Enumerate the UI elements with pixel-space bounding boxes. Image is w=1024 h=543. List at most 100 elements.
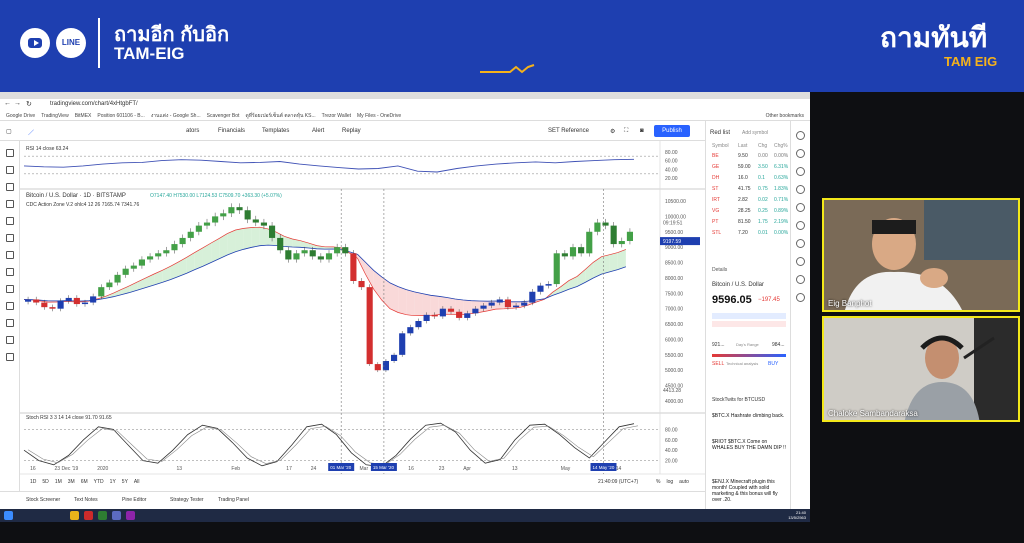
- cursor-tool-icon[interactable]: ▢: [6, 128, 12, 135]
- pattern-icon[interactable]: [6, 200, 14, 208]
- timeframe-button[interactable]: 5Y: [122, 479, 128, 485]
- bookmark-item[interactable]: Google Drive: [6, 111, 35, 120]
- forward-icon[interactable]: →: [14, 100, 21, 107]
- start-icon[interactable]: [4, 511, 13, 520]
- watchlist-row[interactable]: GE 59.00 3.50 6.31%: [708, 164, 790, 173]
- bookmark-item[interactable]: งานแต่ง - Google Sh...: [151, 111, 201, 120]
- candle-body: [374, 364, 381, 371]
- folder-icon[interactable]: [70, 511, 79, 520]
- cross-icon[interactable]: [6, 149, 14, 157]
- candle-body: [358, 281, 365, 288]
- streams-icon[interactable]: [796, 257, 805, 266]
- timeframe-button[interactable]: 6M: [81, 479, 88, 485]
- calendar-icon[interactable]: [796, 203, 805, 212]
- help-icon[interactable]: [796, 293, 805, 302]
- bookmark-item[interactable]: Scavenger Bot: [207, 111, 240, 120]
- tab-strip[interactable]: [0, 92, 810, 99]
- trash-icon[interactable]: [6, 353, 14, 361]
- watchlist-title[interactable]: Red list: [710, 130, 730, 136]
- brush-icon[interactable]: ／: [28, 128, 34, 137]
- time-tick-label: 23: [439, 466, 445, 472]
- ideas-icon[interactable]: [796, 221, 805, 230]
- bottom-tab[interactable]: Stock Screener: [26, 497, 60, 503]
- app-icon[interactable]: [112, 511, 121, 520]
- bookmark-item[interactable]: Position 601106 - B...: [97, 111, 144, 120]
- toolbar-templates[interactable]: Templates: [262, 128, 289, 134]
- notifications-icon[interactable]: [796, 275, 805, 284]
- trendline-icon[interactable]: [6, 166, 14, 174]
- publish-button[interactable]: Publish: [654, 125, 690, 137]
- watchlist-icon[interactable]: [796, 131, 805, 140]
- timeframe-button[interactable]: All: [134, 479, 140, 485]
- watchlist-row[interactable]: ST 41.75 0.75 1.83%: [708, 186, 790, 195]
- bottom-tab[interactable]: Pine Editor: [122, 497, 146, 503]
- action-zone-fill: [251, 227, 260, 248]
- other-bookmarks[interactable]: Other bookmarks: [766, 111, 804, 120]
- timeframe-button[interactable]: 1Y: [110, 479, 116, 485]
- windows-taskbar: 21:40 13/5/2563: [0, 509, 810, 522]
- candle-body: [49, 307, 56, 309]
- reload-icon[interactable]: ↻: [26, 100, 32, 108]
- toolbar-financials[interactable]: Financials: [218, 128, 245, 134]
- toolbar-alert[interactable]: Alert: [312, 128, 324, 134]
- chat-icon[interactable]: [796, 239, 805, 248]
- time-tick-label: 14: [616, 466, 622, 472]
- alerts-icon[interactable]: [796, 149, 805, 158]
- data-window-icon[interactable]: [796, 167, 805, 176]
- magnet-icon[interactable]: [6, 302, 14, 310]
- zoom-icon[interactable]: [6, 285, 14, 293]
- chrome-icon[interactable]: [98, 511, 107, 520]
- candle-body: [317, 256, 324, 260]
- back-icon[interactable]: ←: [4, 100, 11, 107]
- bottom-tab[interactable]: Trading Panel: [218, 497, 249, 503]
- lock-icon[interactable]: [6, 319, 14, 327]
- watchlist-row[interactable]: BE 9.50 0.00 0.00%: [708, 153, 790, 162]
- watchlist-row[interactable]: VG 28.25 0.25 0.89%: [708, 208, 790, 217]
- bookmark-item[interactable]: ดูที่ร้อยเปอร์เซ็นต์ ตลาดหุ้น KS...: [245, 111, 315, 120]
- add-symbol-button[interactable]: Add symbol: [742, 130, 768, 136]
- candle-body: [130, 265, 137, 269]
- url-text[interactable]: tradingview.com/chart/4xHtgbFT/: [50, 101, 138, 107]
- candle-body: [496, 299, 503, 303]
- settings-icon[interactable]: ⚙: [610, 128, 615, 135]
- text-icon[interactable]: [6, 234, 14, 242]
- shape-icon[interactable]: [6, 251, 14, 259]
- eye-icon[interactable]: [6, 336, 14, 344]
- watchlist-row[interactable]: PT 81.50 1.75 2.19%: [708, 219, 790, 228]
- scale-option[interactable]: auto: [679, 479, 689, 485]
- watchlist-row[interactable]: IRT 2.82 0.02 0.71%: [708, 197, 790, 206]
- watchlist-row[interactable]: DH 16.0 0.1 0.63%: [708, 175, 790, 184]
- app-icon[interactable]: [126, 511, 135, 520]
- bookmark-item[interactable]: BitMEX: [75, 111, 92, 120]
- timeframe-button[interactable]: 3M: [68, 479, 75, 485]
- bookmark-item[interactable]: TradingView: [41, 111, 69, 120]
- toolbar-indicators[interactable]: ators: [186, 128, 199, 134]
- timeframe-button[interactable]: 1D: [30, 479, 36, 485]
- stoch-tick-label: 40.00: [665, 448, 678, 454]
- fib-icon[interactable]: [6, 183, 14, 191]
- scale-option[interactable]: log: [666, 479, 673, 485]
- address-bar[interactable]: ← → ↻ tradingview.com/chart/4xHtgbFT/: [0, 99, 810, 111]
- toolbar-set-reference[interactable]: SET Reference: [548, 128, 589, 134]
- camera-icon[interactable]: ◙: [640, 128, 644, 134]
- technical-analysis-label[interactable]: Technical analysis: [726, 361, 758, 366]
- measure-icon[interactable]: [6, 268, 14, 276]
- scale-option[interactable]: %: [656, 479, 660, 485]
- timeframe-button[interactable]: YTD: [94, 479, 104, 485]
- stocktwits-header[interactable]: StockTwits for BTCUSD: [712, 397, 765, 403]
- app-icon[interactable]: [84, 511, 93, 520]
- brush-icon[interactable]: [6, 217, 14, 225]
- bottom-tab[interactable]: Text Notes: [74, 497, 98, 503]
- play-icon: [34, 40, 39, 46]
- bookmark-item[interactable]: Trezor Wallet: [322, 111, 351, 120]
- watchlist-row[interactable]: STL 7.20 0.01 0.00%: [708, 230, 790, 239]
- hotlist-icon[interactable]: [796, 185, 805, 194]
- bookmark-item[interactable]: My Files - OneDrive: [357, 111, 401, 120]
- fullscreen-icon[interactable]: ⛶: [624, 128, 628, 135]
- chart-area[interactable]: 10500.00 10000.00 9500.00 9000.00 8500.00 800…: [20, 141, 705, 491]
- toolbar-replay[interactable]: Replay: [342, 128, 361, 134]
- timeframe-button[interactable]: 5D: [42, 479, 48, 485]
- candle-body: [472, 308, 479, 314]
- bottom-tab[interactable]: Strategy Tester: [170, 497, 204, 503]
- timeframe-button[interactable]: 1M: [55, 479, 62, 485]
